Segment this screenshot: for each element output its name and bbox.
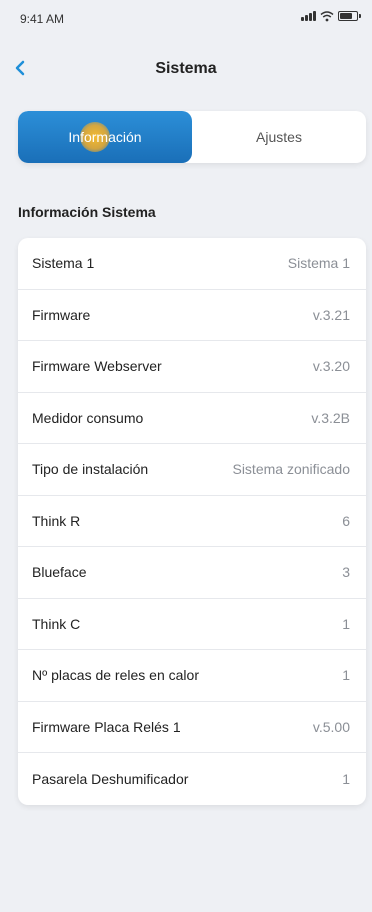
info-label: Think C <box>32 615 81 632</box>
info-label: Firmware <box>32 306 91 323</box>
tab-label: Ajustes <box>256 129 302 145</box>
info-row-firmware: Firmware v.3.21 <box>18 290 366 341</box>
info-label: Blueface <box>32 564 87 581</box>
info-value: 1 <box>342 667 350 684</box>
info-label: Nº placas de reles en calor <box>32 667 199 684</box>
info-row-think-r: Think R 6 <box>18 496 366 547</box>
info-row-pasarela-deshumificador: Pasarela Deshumificador 1 <box>18 753 366 805</box>
info-label: Pasarela Deshumificador <box>32 770 189 787</box>
info-value: v.3.21 <box>312 306 350 323</box>
info-row-firmware-placa-reles: Firmware Placa Relés 1 v.5.00 <box>18 702 366 753</box>
info-value: v.3.2B <box>311 409 350 426</box>
info-value: v.5.00 <box>312 718 350 735</box>
info-row-think-c: Think C 1 <box>18 599 366 650</box>
status-icons <box>301 10 361 22</box>
info-label: Think R <box>32 512 81 529</box>
page-title: Sistema <box>155 60 217 77</box>
nav-bar: Sistema <box>0 48 372 88</box>
tab-ajustes[interactable]: Ajustes <box>192 111 366 163</box>
info-value: 6 <box>342 512 350 529</box>
info-row-blueface: Blueface 3 <box>18 547 366 599</box>
info-value: 3 <box>342 564 350 581</box>
section-heading: Información Sistema <box>18 204 156 220</box>
info-row-medidor-consumo: Medidor consumo v.3.2B <box>18 393 366 444</box>
tab-informacion[interactable]: Información <box>18 111 192 163</box>
status-time: 9:41 AM <box>20 12 65 26</box>
info-value: 1 <box>342 615 350 632</box>
info-row-placas-reles: Nº placas de reles en calor 1 <box>18 650 366 702</box>
info-label: Sistema 1 <box>32 255 95 272</box>
info-value: Sistema 1 <box>287 255 350 272</box>
info-value: 1 <box>342 770 350 787</box>
info-label: Tipo de instalación <box>32 461 149 478</box>
status-bar: 9:41 AM <box>0 0 372 34</box>
info-label: Medidor consumo <box>32 409 144 426</box>
battery-icon <box>338 11 361 21</box>
info-row-firmware-webserver: Firmware Webserver v.3.20 <box>18 341 366 393</box>
signal-icon <box>301 11 316 21</box>
tab-bar: Información Ajustes <box>18 111 366 163</box>
info-label: Firmware Webserver <box>32 358 162 375</box>
info-row-sistema: Sistema 1 Sistema 1 <box>18 238 366 290</box>
info-label: Firmware Placa Relés 1 <box>32 718 181 735</box>
tab-label: Información <box>68 129 142 145</box>
info-row-tipo-instalacion: Tipo de instalación Sistema zonificado <box>18 444 366 496</box>
wifi-icon <box>320 11 334 22</box>
info-card: Sistema 1 Sistema 1 Firmware v.3.21 Firm… <box>18 238 366 805</box>
info-value: v.3.20 <box>312 358 350 375</box>
info-value: Sistema zonificado <box>232 461 350 478</box>
